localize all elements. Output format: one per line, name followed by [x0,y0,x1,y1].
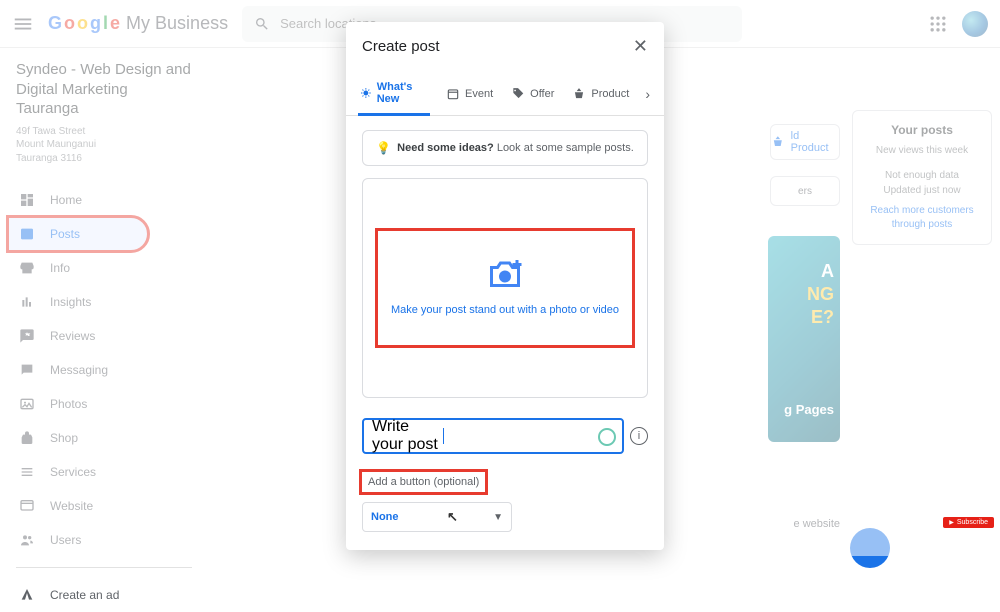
reviews-icon [18,327,36,345]
photos-icon [18,395,36,413]
services-icon [18,463,36,481]
basket-icon [771,135,785,149]
tabs-scroll-right-icon[interactable]: › [645,86,652,102]
website-icon [18,497,36,515]
lightbulb-icon: 💡 [376,141,391,155]
insights-icon [18,293,36,311]
sidebar-item-messaging[interactable]: Messaging [16,353,192,387]
sidebar-item-label: Home [50,193,82,207]
messaging-icon [18,361,36,379]
posts-icon [18,225,36,243]
your-posts-card: Your posts New views this week Not enoug… [852,110,992,245]
tab-event[interactable]: Event [444,79,495,109]
hamburger-menu-icon[interactable] [12,13,34,35]
google-my-business-logo: Google My Business [48,13,228,34]
ads-icon [18,586,36,604]
camera-add-icon [487,260,523,290]
modal-title: Create post [362,38,440,55]
business-name: Syndeo - Web Design and Digital Marketin… [16,60,192,119]
users-icon [18,531,36,549]
add-button-label: Add a button (optional) [362,472,485,492]
sidebar-item-photos[interactable]: Photos [16,387,192,421]
grammarly-icon[interactable] [598,428,616,446]
sidebar-item-shop[interactable]: Shop [16,421,192,455]
sidebar-item-reviews[interactable]: Reviews [16,319,192,353]
field-label: Write your post [372,418,443,454]
sidebar-item-label: Users [50,533,81,547]
your-posts-title: Your posts [861,123,983,137]
storefront-icon [18,259,36,277]
button-type-dropdown[interactable]: None ↖ ▼ [362,502,512,532]
tag-icon [511,87,525,101]
tab-product[interactable]: Product [570,79,631,109]
tab-offer[interactable]: Offer [509,79,556,109]
burst-icon [360,86,372,100]
shop-icon [18,429,36,447]
sidebar-item-home[interactable]: Home [16,183,192,217]
sidebar-item-label: Info [50,261,70,275]
website-link-partial[interactable]: e website [794,518,840,530]
google-apps-icon[interactable] [928,14,948,34]
post-type-tabs: What's New Event Offer Product › [346,67,664,116]
sample-posts-hint[interactable]: 💡 Need some ideas? Look at some sample p… [362,130,648,166]
info-icon[interactable]: i [630,427,648,445]
sidebar-item-users[interactable]: Users [16,523,192,557]
sidebar-item-info[interactable]: Info [16,251,192,285]
dropdown-value: None [371,511,399,523]
post-text-input[interactable] [444,429,588,443]
sidebar-item-label: Website [50,499,93,513]
sidebar-item-label: Posts [50,227,80,241]
search-icon [254,16,270,32]
create-post-fab[interactable] [850,528,890,568]
business-address: 49f Tawa Street Mount Maunganui Tauranga… [16,125,192,166]
tab-whats-new[interactable]: What's New [358,73,430,116]
youtube-subscribe-badge[interactable]: Subscribe [943,517,994,528]
close-icon[interactable]: ✕ [633,36,648,57]
sidebar-item-label: Messaging [50,363,108,377]
account-avatar[interactable] [962,11,988,37]
chevron-down-icon: ▼ [493,512,503,523]
media-upload-highlight[interactable]: Make your post stand out with a photo or… [377,230,633,346]
calendar-icon [446,87,460,101]
sidebar-item-posts[interactable]: Posts [8,217,148,251]
sidebar-item-website[interactable]: Website [16,489,192,523]
sidebar-item-services[interactable]: Services [16,455,192,489]
media-upload-area[interactable]: Make your post stand out with a photo or… [362,178,648,398]
mouse-cursor-icon: ↖ [447,509,458,525]
dashboard-icon [18,191,36,209]
create-post-modal: Create post ✕ What's New Event Offer Pro… [346,22,664,550]
sidebar-item-label: Create an ad [50,588,119,602]
sidebar-item-label: Services [50,465,96,479]
promo-banner-partial: A NG E? g Pages [768,236,840,442]
sidebar-item-label: Photos [50,397,87,411]
upload-hint-text: Make your post stand out with a photo or… [391,304,619,316]
sidebar-item-create-ad[interactable]: Create an ad [16,578,192,612]
add-product-card[interactable]: ld Product [770,124,840,160]
basket-icon [572,87,586,101]
reach-more-link[interactable]: Reach more customers through posts [861,204,983,232]
offers-card-partial[interactable]: ers [770,176,840,206]
sidebar-item-insights[interactable]: Insights [16,285,192,319]
sidebar-item-label: Shop [50,431,78,445]
sidebar-item-label: Reviews [50,329,95,343]
write-post-field[interactable]: Write your post [362,418,624,454]
sidebar-item-label: Insights [50,295,91,309]
